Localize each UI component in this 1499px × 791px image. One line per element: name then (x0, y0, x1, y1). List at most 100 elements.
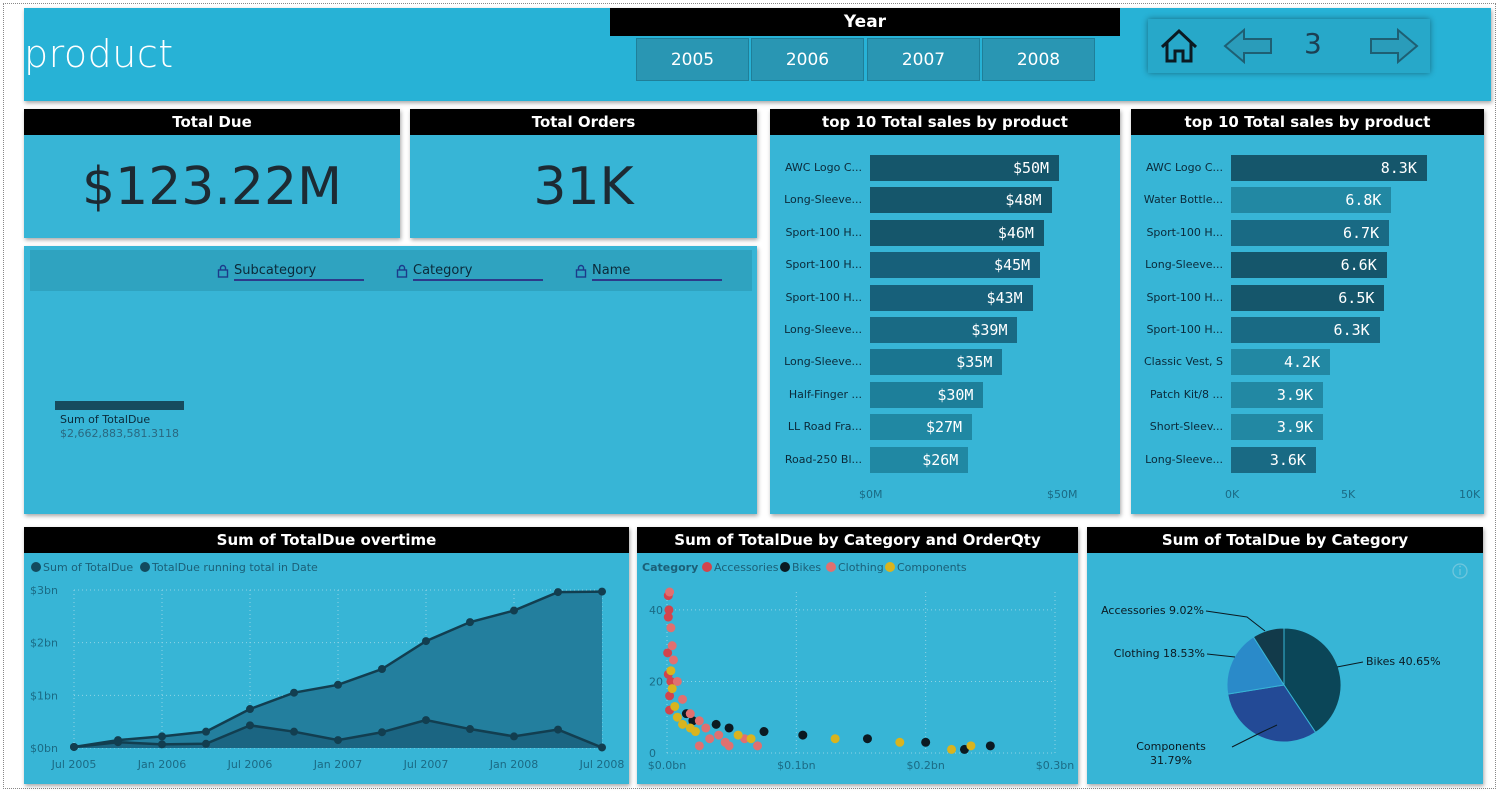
x-axis-tick-label: Jan 2007 (313, 758, 362, 771)
scatter-point (705, 734, 715, 744)
bar-category-label: Road-250 Bl... (784, 452, 862, 466)
legend-label: Accessories (714, 561, 779, 574)
kpi-title: Total Orders (410, 109, 757, 135)
legend-label: Sum of TotalDue (43, 561, 133, 574)
legend-marker (780, 562, 790, 572)
bar-category-label: Short-Sleev... (1149, 420, 1223, 434)
y-axis-tick-label: 20 (649, 675, 663, 688)
column-header-category[interactable]: Category (413, 263, 543, 281)
x-axis-tick-label: 5K (1341, 488, 1356, 501)
bar-category-label: Classic Vest, S (1144, 355, 1223, 369)
scatter-chart: Category Accessories Bikes Clothing Componen… (642, 561, 1074, 772)
year-button-2007[interactable]: 2007 (867, 38, 980, 81)
page-title: product (24, 32, 174, 76)
bar-value-label: $46M (997, 223, 1034, 242)
legend-title: Category (642, 561, 698, 574)
scatter-point (678, 719, 688, 729)
bar-category-label: LL Road Fra... (787, 420, 862, 434)
data-point (554, 725, 562, 734)
scatter-chart-panel: Sum of TotalDue by Category and OrderQty… (637, 527, 1078, 784)
bar-value-label: $27M (925, 418, 963, 437)
data-point (246, 721, 254, 730)
year-button-2008[interactable]: 2008 (982, 38, 1095, 81)
scatter-point (664, 605, 674, 615)
scatter-point (966, 741, 976, 751)
pie-label: Components (1136, 740, 1206, 753)
arrow-left-icon[interactable] (1222, 27, 1274, 65)
year-button-2006[interactable]: 2006 (751, 38, 864, 81)
data-point (246, 705, 254, 714)
y-axis-tick-label: $0bn (30, 742, 58, 755)
arrow-right-icon[interactable] (1368, 27, 1420, 65)
column-header-subcategory[interactable]: Subcategory (234, 263, 364, 281)
x-axis-tick-label: Jul 2008 (579, 758, 625, 771)
kpi-title: Total Due (24, 109, 400, 135)
scatter-point (694, 741, 704, 751)
legend-label: Clothing (838, 561, 884, 574)
bar-chart-total-sales-panel: top 10 Total sales by product AWC Logo C… (770, 109, 1120, 514)
scatter-point (862, 734, 872, 744)
scatter-point (665, 587, 675, 597)
scatter-point (798, 730, 808, 740)
scatter-point (985, 741, 995, 751)
kpi-card-total-orders: Total Orders 31K (410, 109, 757, 238)
table-header: Subcategory Category Name (30, 250, 752, 291)
info-icon-dot (1459, 565, 1461, 568)
x-axis-tick-label: Jul 2006 (227, 758, 273, 771)
bar-category-label: Half-Finger ... (788, 387, 862, 401)
scatter-point (759, 727, 769, 737)
data-point (290, 688, 298, 697)
home-icon[interactable] (1158, 27, 1200, 65)
scatter-point (947, 744, 957, 754)
pie-chart-panel: Sum of TotalDue by Category Bikes 40.65%… (1087, 527, 1483, 784)
data-point (554, 588, 562, 597)
scatter-point (701, 723, 711, 733)
data-point (334, 680, 342, 689)
data-point (202, 727, 210, 736)
bar-value-label: 3.6K (1269, 450, 1306, 469)
bar-category-label: AWC Logo C... (784, 161, 862, 174)
scatter-point (711, 719, 721, 729)
x-axis-tick-label: 0K (1225, 488, 1240, 501)
pie-label: Accessories 9.02% (1101, 604, 1204, 617)
bar-category-label: Sport-100 H... (1146, 323, 1223, 336)
bar-value-label: 3.9K (1276, 385, 1314, 404)
data-point (70, 742, 78, 751)
bar-category-label: Long-Sleeve... (784, 193, 862, 207)
kpi-value: 31K (533, 156, 634, 217)
data-point (598, 743, 606, 752)
bar-value-label: $48M (1005, 191, 1042, 210)
bar-value-label: 6.5K (1338, 288, 1375, 307)
bar-value-label: 4.2K (1283, 353, 1321, 372)
data-point (598, 587, 606, 596)
bar-chart-total-qty-panel: top 10 Total sales by product AWC Logo C… (1131, 109, 1484, 514)
bar-value-label: 6.8K (1345, 191, 1382, 210)
data-point (290, 727, 298, 736)
scatter-point (921, 737, 931, 747)
area-chart: Sum of TotalDue TotalDue running total in… (30, 561, 625, 771)
data-point (378, 665, 386, 673)
data-point (378, 728, 386, 737)
data-point (510, 732, 518, 741)
lock-icon (217, 264, 229, 278)
pie-label: Bikes 40.65% (1366, 655, 1441, 668)
scatter-point (667, 684, 677, 694)
scatter-point (694, 716, 704, 726)
bar-value-label: $50M (1012, 159, 1050, 177)
scatter-point (724, 741, 734, 751)
year-button-2005[interactable]: 2005 (636, 38, 749, 81)
data-point (114, 738, 122, 747)
bar-category-label: Sport-100 H... (1146, 290, 1223, 304)
measure-label: Sum of TotalDue (60, 413, 151, 426)
measure-bar (55, 401, 184, 410)
data-point (510, 606, 518, 615)
bar-category-label: AWC Logo C... (1145, 161, 1223, 174)
page-number: 3 (1304, 27, 1322, 60)
kpi-card-total-due: Total Due $123.22M (24, 109, 400, 238)
scatter-point (753, 741, 763, 751)
x-axis-tick-label: 10K (1459, 488, 1481, 501)
pie-label: Clothing 18.53% (1114, 647, 1205, 660)
x-axis-tick-label: $50M (1047, 488, 1078, 501)
column-header-name[interactable]: Name (592, 263, 722, 281)
scatter-point (667, 641, 677, 651)
